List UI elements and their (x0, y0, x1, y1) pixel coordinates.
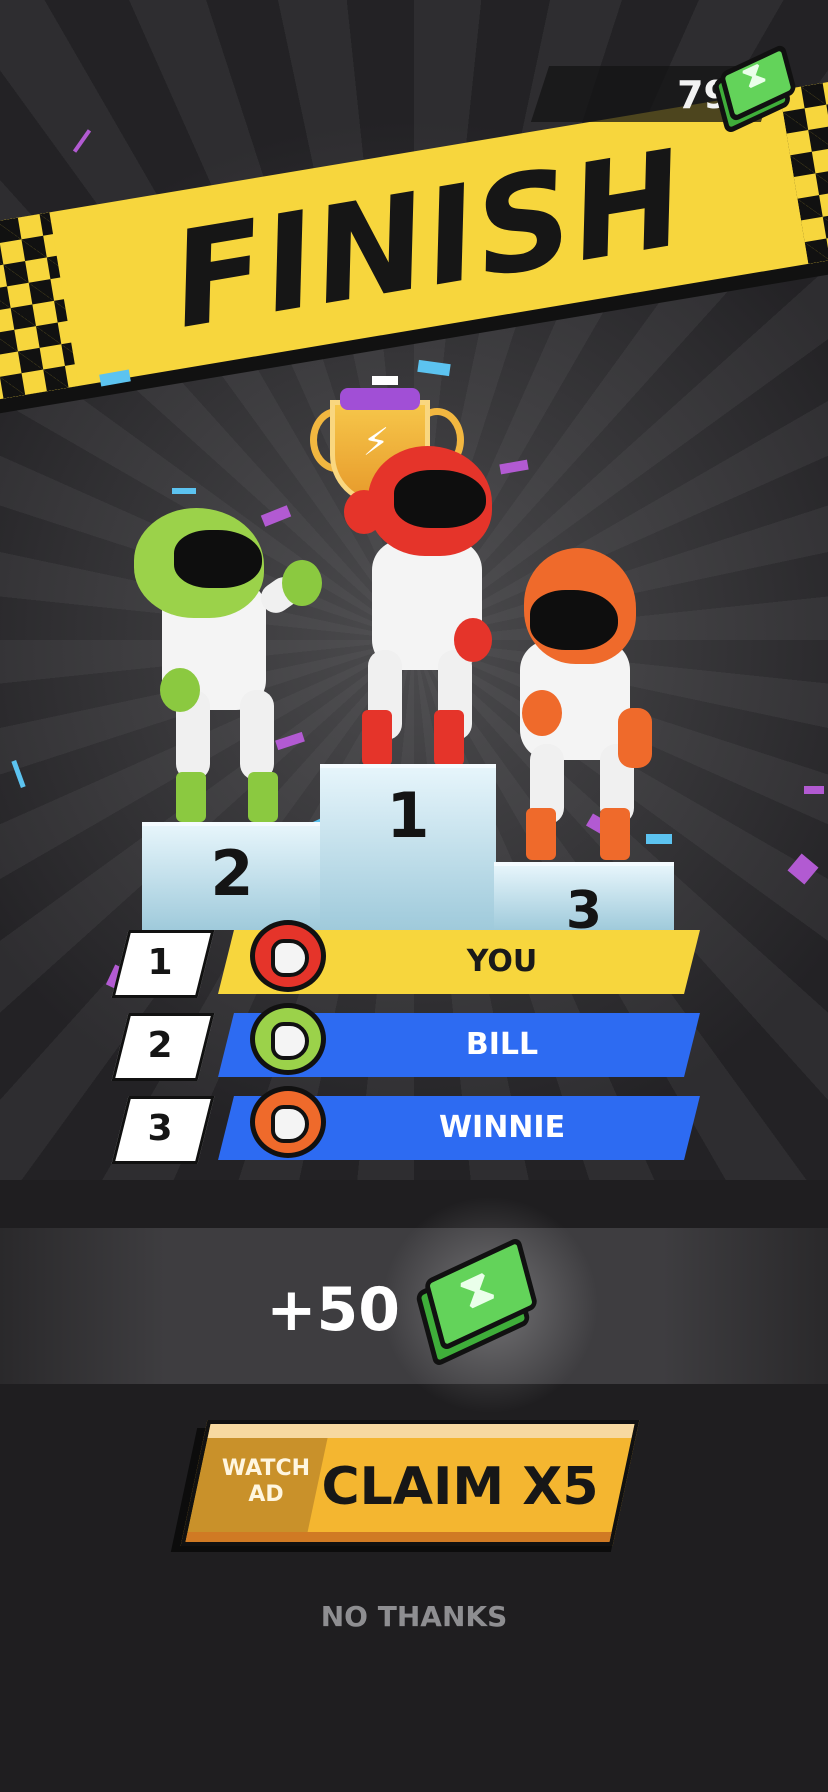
player-name: WINNIE (438, 1110, 566, 1145)
confetti (372, 376, 398, 385)
player-name: YOU (466, 944, 538, 979)
claim-button-highlight (207, 1424, 635, 1438)
helmet-icon (250, 1086, 326, 1158)
helmet-icon (250, 1003, 326, 1075)
no-thanks-button[interactable]: NO THANKS (264, 1598, 564, 1636)
rank-number: 1 (147, 942, 173, 983)
watch-ad-label: WATCH AD (221, 1456, 311, 1507)
claim-button-edge (185, 1532, 612, 1542)
podium-first-number: 1 (386, 779, 430, 852)
confetti (172, 488, 196, 494)
helmet-icon (250, 920, 326, 992)
podium-second-number: 2 (210, 837, 254, 910)
reward-amount: +50 (266, 1275, 400, 1345)
rank-number: 2 (147, 1025, 173, 1066)
claim-label: CLAIM X5 (321, 1457, 599, 1517)
player-name: BILL (465, 1027, 539, 1062)
rank-number: 3 (147, 1108, 173, 1149)
confetti (646, 834, 672, 844)
confetti (804, 786, 824, 794)
